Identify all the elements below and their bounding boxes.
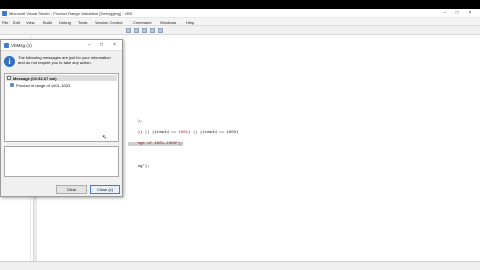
close-button[interactable]: Close (c): [90, 185, 120, 194]
code-line: )) || (itemId == 1001) || (itemId == 100…: [128, 131, 239, 135]
menu-help[interactable]: Help: [186, 20, 194, 25]
toolbar-button[interactable]: [142, 28, 147, 33]
code-line: ng");: [137, 165, 150, 169]
dialog-title-bar[interactable]: VbMsg (1) − □ ×: [1, 40, 122, 51]
menu-bar: File Edit View Build Debug Tools Version…: [0, 18, 480, 26]
menu-debug[interactable]: Debug: [59, 20, 71, 25]
mouse-cursor-icon: ↖: [102, 135, 108, 141]
toolbar-button[interactable]: [126, 28, 131, 33]
maximize-icon[interactable]: □: [97, 42, 106, 49]
close-icon[interactable]: ×: [110, 42, 119, 49]
toolbar: [0, 26, 480, 35]
screen: Microsoft Visual Studio - Product Range …: [0, 0, 480, 270]
message-dialog: VbMsg (1) − □ × i The following messages…: [0, 39, 123, 197]
menu-view[interactable]: View: [26, 20, 35, 25]
menu-windows[interactable]: Windows: [160, 20, 176, 25]
message-group-label: Message (02:32:27 am): [13, 76, 57, 81]
clear-button[interactable]: Clear: [56, 185, 87, 194]
code-line: );: [128, 120, 143, 124]
minimize-icon[interactable]: −: [440, 10, 450, 17]
menu-version-control[interactable]: Version Control: [95, 20, 122, 25]
dialog-app-icon: [4, 43, 9, 48]
ide-title-bar: Microsoft Visual Studio - Product Range …: [0, 9, 480, 18]
app-icon: [2, 11, 7, 16]
toolbar-button[interactable]: [158, 28, 163, 33]
message-icon: [10, 83, 14, 87]
menu-file[interactable]: File: [2, 20, 8, 25]
menu-edit[interactable]: Edit: [13, 20, 20, 25]
info-icon: i: [4, 56, 15, 67]
menu-tools[interactable]: Tools: [78, 20, 87, 25]
dialog-title: VbMsg (1): [11, 43, 32, 48]
message-group-header[interactable]: − Message (02:32:27 am): [6, 75, 117, 81]
menu-build[interactable]: Build: [43, 20, 52, 25]
minimize-icon[interactable]: −: [85, 42, 94, 49]
collapse-icon[interactable]: −: [7, 76, 11, 80]
toolbar-button[interactable]: [150, 28, 155, 33]
ide-title: Microsoft Visual Studio - Product Range …: [9, 11, 133, 16]
code-line-highlighted: nge of 1001-1003");: [128, 142, 184, 146]
message-text: Product in range of 1001-1003: [16, 83, 71, 88]
menu-command[interactable]: Command: [133, 20, 151, 25]
message-list[interactable]: − Message (02:32:27 am) Product in range…: [4, 73, 119, 142]
maximize-icon[interactable]: □: [452, 10, 462, 17]
info-message: The following messages are just for your…: [18, 55, 111, 65]
message-detail-panel: [4, 146, 119, 177]
close-icon[interactable]: ×: [465, 10, 475, 17]
status-bar: [0, 261, 480, 270]
toolbar-button[interactable]: [134, 28, 139, 33]
